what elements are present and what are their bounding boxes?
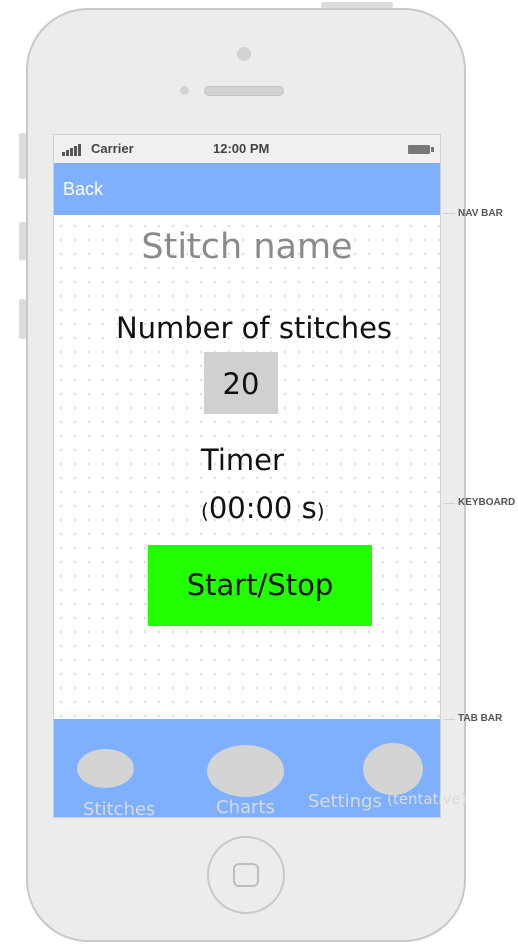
battery-icon — [408, 145, 430, 154]
tab-settings-hint: (tentative) — [387, 790, 467, 808]
timer-value: 00:00 s — [208, 491, 317, 525]
tab-stitches[interactable]: Stitches — [83, 799, 155, 817]
tab-settings-label: Settings — [308, 791, 382, 812]
nav-bar-annotation-line — [443, 213, 455, 214]
stitch-name-title: Stitch name — [141, 227, 353, 267]
carrier-label: Carrier — [91, 141, 134, 156]
tab-bar-annotation-line — [443, 719, 455, 720]
timer-label: Timer — [201, 443, 284, 477]
nav-bar-annotation: NAV BAR — [458, 208, 503, 219]
earpiece-speaker — [204, 86, 284, 96]
keyboard-annotation: KEYBOARD — [458, 497, 516, 508]
start-stop-button[interactable]: Start/Stop — [148, 545, 372, 626]
volume-down-button — [19, 299, 26, 339]
tab-charts[interactable]: Charts — [216, 797, 275, 817]
charts-tab-icon[interactable] — [207, 745, 284, 797]
timer-close-paren: ) — [316, 499, 325, 523]
tab-bar-annotation: TAB BAR — [458, 713, 503, 724]
tab-bar: Stitches Charts Settings — [54, 719, 440, 817]
front-sensor — [237, 47, 251, 61]
battery-tip-icon — [431, 147, 434, 152]
front-camera — [180, 86, 189, 95]
home-square-icon — [233, 863, 259, 887]
stitch-count-label: Number of stitches — [115, 311, 393, 345]
mute-switch — [19, 133, 26, 179]
phone-screen: Carrier 12:00 PM Back Stitch name Number… — [53, 134, 441, 818]
stitches-tab-icon[interactable] — [77, 749, 134, 788]
keyboard-annotation-line — [443, 503, 455, 504]
settings-tab-icon[interactable] — [363, 743, 423, 795]
timer-open-paren: ( — [201, 499, 209, 523]
timer-display: (00:00 s) — [201, 491, 325, 525]
back-button[interactable]: Back — [63, 179, 103, 200]
volume-up-button — [19, 222, 26, 260]
nav-bar: Back — [54, 163, 440, 215]
status-bar: Carrier 12:00 PM — [54, 135, 440, 163]
tab-settings[interactable]: Settings — [308, 791, 382, 812]
status-time: 12:00 PM — [213, 141, 270, 156]
stitch-count-field[interactable]: 20 — [204, 352, 278, 414]
